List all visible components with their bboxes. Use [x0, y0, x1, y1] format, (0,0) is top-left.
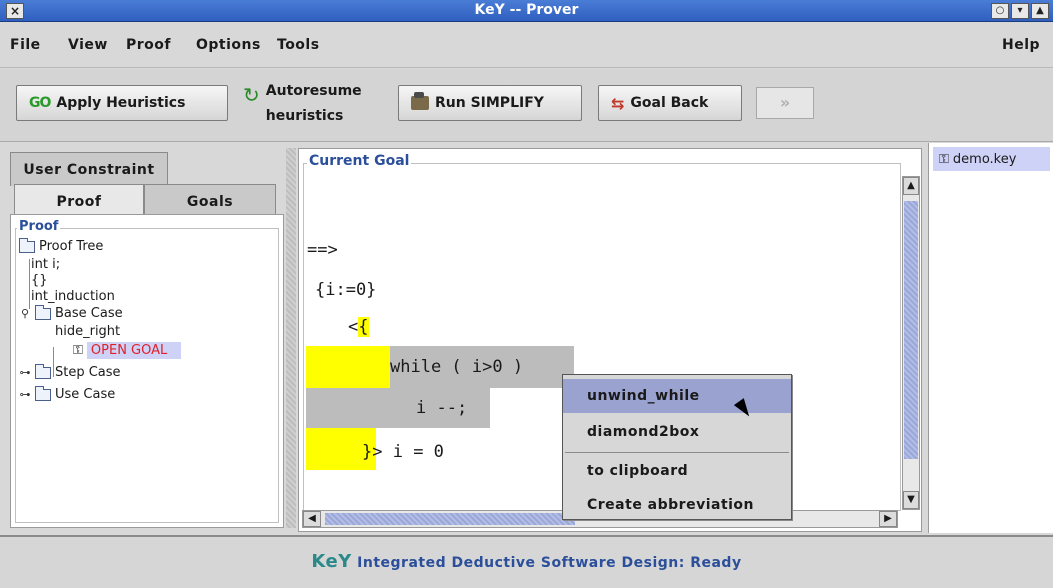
- window-controls: ○ ▾ ▲: [991, 3, 1049, 19]
- tree-node-step-case[interactable]: ⊶ Step Case: [19, 363, 121, 380]
- autoresume-label-line2: heuristics: [265, 108, 344, 124]
- next-button[interactable]: »: [756, 87, 814, 119]
- folder-icon: [19, 237, 35, 253]
- status-bar: KeY Integrated Deductive Software Design…: [0, 535, 1053, 588]
- scroll-thumb[interactable]: [904, 201, 918, 459]
- run-simplify-button[interactable]: Run SIMPLIFY: [398, 85, 582, 121]
- toolbar: GO Apply Heuristics ↻ Autoresume heurist…: [0, 69, 1053, 142]
- goal-back-button[interactable]: ⇆ Goal Back: [598, 85, 742, 121]
- tree-node-int-i[interactable]: int i;: [31, 257, 60, 272]
- simplify-icon: [411, 92, 429, 110]
- sequent-arrow[interactable]: ==>: [307, 240, 338, 260]
- while-statement[interactable]: while ( i>0 ): [390, 346, 574, 388]
- tree-node-int-induction[interactable]: int_induction: [31, 289, 115, 304]
- maximize-icon[interactable]: ▲: [1031, 3, 1049, 19]
- tree-node-root[interactable]: Proof Tree: [19, 237, 103, 254]
- proof-panel-title: Proof: [17, 219, 61, 234]
- context-menu: unwind_while diamond2box to clipboard Cr…: [562, 374, 792, 520]
- menu-tools[interactable]: Tools: [277, 37, 320, 53]
- update-expression[interactable]: {i:=0}: [315, 280, 376, 300]
- scroll-down-icon[interactable]: ▼: [903, 491, 919, 509]
- tab-goals[interactable]: Goals: [144, 184, 276, 218]
- scroll-right-icon[interactable]: ▶: [879, 511, 897, 527]
- goal-back-icon: ⇆: [611, 93, 625, 113]
- folder-icon: [35, 304, 51, 320]
- run-simplify-label: Run SIMPLIFY: [435, 95, 544, 111]
- current-goal-title: Current Goal: [307, 153, 412, 169]
- diamond-open[interactable]: <{: [348, 317, 369, 337]
- tree-node-open-goal[interactable]: ⚿ OPEN GOAL: [73, 342, 182, 359]
- apply-heuristics-button[interactable]: GO Apply Heuristics: [16, 85, 228, 121]
- folder-icon: [35, 363, 51, 379]
- minimize-icon[interactable]: ▾: [1011, 3, 1029, 19]
- goal-back-label: Goal Back: [630, 95, 709, 111]
- loop-body[interactable]: i --;: [306, 388, 490, 428]
- tab-user-constraint[interactable]: User Constraint: [10, 152, 168, 186]
- menu-item-unwind-while[interactable]: unwind_while: [563, 379, 791, 413]
- pane-splitter[interactable]: [286, 148, 296, 528]
- menu-help[interactable]: Help: [1002, 37, 1040, 53]
- tree-node-empty[interactable]: {}: [31, 273, 48, 288]
- refresh-icon: ↻: [243, 83, 260, 107]
- window-title: KeY -- Prover: [474, 2, 579, 18]
- right-pane: ⚿ demo.key: [928, 143, 1053, 533]
- autoresume-toggle[interactable]: ↻ Autoresume heuristics: [243, 79, 362, 129]
- file-item-demo-key[interactable]: ⚿ demo.key: [933, 147, 1050, 171]
- scroll-thumb[interactable]: [325, 513, 575, 525]
- status-text: Integrated Deductive Software Design: Re…: [357, 555, 742, 571]
- left-pane: User Constraint Proof Goals Proof Proof …: [8, 148, 284, 528]
- tree-node-base-case[interactable]: ⚲ Base Case: [19, 304, 123, 321]
- postcondition[interactable]: }> i = 0: [362, 442, 444, 462]
- menu-item-create-abbreviation[interactable]: Create abbreviation: [563, 488, 791, 522]
- folder-icon: [35, 385, 51, 401]
- key-icon: ⚿: [939, 151, 949, 167]
- menu-bar: File View Proof Options Tools Help: [0, 23, 1053, 68]
- apply-heuristics-label: Apply Heuristics: [56, 95, 186, 111]
- collapse-icon[interactable]: ⊶: [19, 366, 31, 379]
- menu-view[interactable]: View: [68, 37, 108, 53]
- menu-proof[interactable]: Proof: [126, 37, 171, 53]
- expand-icon[interactable]: ⚲: [19, 307, 31, 320]
- open-goal-label: OPEN GOAL: [86, 342, 182, 359]
- scroll-up-icon[interactable]: ▲: [903, 177, 919, 195]
- highlight-block: [306, 346, 390, 388]
- vertical-scrollbar[interactable]: ▲ ▼: [902, 176, 920, 510]
- menu-file[interactable]: File: [10, 37, 41, 53]
- key-logo: KeY: [311, 551, 352, 572]
- autoresume-label-line1: Autoresume: [265, 83, 362, 99]
- collapse-icon[interactable]: ⊶: [19, 388, 31, 401]
- menu-separator: [565, 452, 789, 453]
- tree-node-use-case[interactable]: ⊶ Use Case: [19, 385, 115, 402]
- title-bar: × KeY -- Prover ○ ▾ ▲: [0, 0, 1053, 22]
- scroll-left-icon[interactable]: ◀: [303, 511, 321, 527]
- key-icon: ⚿: [73, 343, 83, 358]
- go-icon: GO: [29, 95, 51, 111]
- proof-panel: Proof Proof Tree int i; {} int_induction…: [10, 214, 284, 528]
- iconify-icon[interactable]: ○: [991, 3, 1009, 19]
- menu-item-to-clipboard[interactable]: to clipboard: [563, 454, 791, 488]
- menu-options[interactable]: Options: [196, 37, 261, 53]
- tree-node-hide-right[interactable]: hide_right: [55, 324, 120, 339]
- menu-item-diamond2box[interactable]: diamond2box: [563, 415, 791, 449]
- tab-proof[interactable]: Proof: [14, 184, 144, 218]
